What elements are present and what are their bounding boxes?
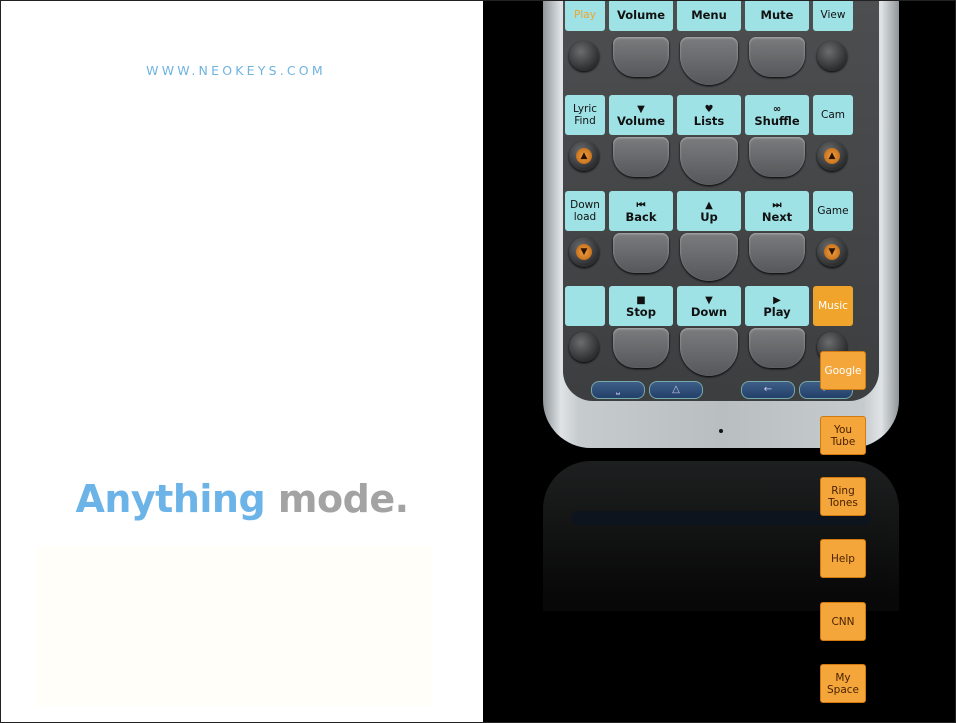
remote-face: Play Volume Menu Mute View Lyric Find ▼ … bbox=[563, 1, 879, 401]
side-key-myspace[interactable]: My Space bbox=[820, 664, 866, 703]
volume-down-icon: ▼ bbox=[637, 103, 645, 115]
row2-key2-label: Next bbox=[761, 209, 793, 224]
row3-left-round-button[interactable] bbox=[569, 332, 599, 362]
side-key-youtube-label: You Tube bbox=[830, 423, 856, 448]
headline-highlight: Anything bbox=[75, 477, 266, 521]
arrow-down-icon: ▼ bbox=[824, 244, 840, 260]
row1-key2-label: Shuffle bbox=[754, 113, 800, 128]
row2-button-left[interactable] bbox=[613, 233, 669, 273]
headline: Anything mode. bbox=[1, 477, 483, 521]
row0-button-right[interactable] bbox=[749, 37, 805, 77]
cream-block bbox=[37, 546, 431, 706]
left-panel: WWW.NEOKEYS.COM Anything mode. bbox=[1, 1, 484, 722]
headline-rest: mode. bbox=[277, 477, 409, 521]
side-key-help-label: Help bbox=[831, 552, 855, 565]
row1-left-label: Lyric Find bbox=[565, 95, 605, 135]
page: WWW.NEOKEYS.COM Anything mode. Play Volu… bbox=[0, 0, 956, 723]
arrow-up-icon: ▲ bbox=[824, 148, 840, 164]
side-key-cnn[interactable]: CNN bbox=[820, 602, 866, 641]
right-panel: Play Volume Menu Mute View Lyric Find ▼ … bbox=[483, 1, 955, 722]
side-key-google[interactable]: Google bbox=[820, 351, 866, 390]
row3-key1-label: Down bbox=[690, 304, 728, 319]
row0-left-round-button[interactable] bbox=[569, 41, 599, 71]
row1-right-round-button[interactable]: ▲ bbox=[817, 141, 847, 171]
row3-key0[interactable]: ■ Stop bbox=[609, 286, 673, 326]
row2-right-round-button[interactable]: ▼ bbox=[817, 237, 847, 267]
row0-key0-label[interactable]: Volume bbox=[609, 1, 673, 31]
row3-button-mid[interactable] bbox=[680, 328, 738, 376]
row2-key1-label: Up bbox=[700, 209, 718, 224]
space-icon: ⎵ bbox=[616, 384, 620, 395]
row3-key2[interactable]: ▶ Play bbox=[745, 286, 809, 326]
row2-button-right[interactable] bbox=[749, 233, 805, 273]
row0-right-round-button[interactable] bbox=[817, 41, 847, 71]
row3-button-left[interactable] bbox=[613, 328, 669, 368]
shift-key[interactable]: △ bbox=[649, 381, 703, 399]
side-key-cnn-label: CNN bbox=[831, 615, 855, 628]
side-key-google-label: Google bbox=[824, 364, 862, 377]
arrow-down-icon: ▼ bbox=[576, 244, 592, 260]
row3-left-label bbox=[565, 286, 605, 326]
row2-key2[interactable]: ⏭ Next bbox=[745, 191, 809, 231]
music-mode-label[interactable]: Music bbox=[813, 286, 853, 326]
row2-left-label: Down load bbox=[565, 191, 605, 231]
row0-button-left[interactable] bbox=[613, 37, 669, 77]
backspace-key[interactable]: ← bbox=[741, 381, 795, 399]
row1-button-mid[interactable] bbox=[680, 137, 738, 185]
row1-right-label: Cam bbox=[813, 95, 853, 135]
row2-button-mid[interactable] bbox=[680, 233, 738, 281]
row1-key1[interactable]: ♥ Lists bbox=[677, 95, 741, 135]
row1-key0-label: Volume bbox=[616, 113, 666, 128]
row3-key1[interactable]: ▼ Down bbox=[677, 286, 741, 326]
row2-key0-label: Back bbox=[625, 209, 657, 224]
row2-right-label: Game bbox=[813, 191, 853, 231]
row3-key2-label: Play bbox=[763, 304, 791, 319]
heart-icon: ♥ bbox=[704, 103, 714, 115]
arrow-down-icon: ▼ bbox=[705, 294, 713, 306]
row0-key1-label[interactable]: Menu bbox=[677, 1, 741, 31]
play-icon: ▶ bbox=[773, 294, 781, 306]
row3-key0-label: Stop bbox=[626, 304, 656, 319]
side-key-ringtones[interactable]: Ring Tones bbox=[820, 477, 866, 516]
backspace-icon: ← bbox=[763, 384, 773, 395]
row0-right-label: View bbox=[813, 1, 853, 31]
row0-button-mid[interactable] bbox=[680, 37, 738, 85]
indicator-dot bbox=[719, 429, 723, 433]
arrow-up-icon: ▲ bbox=[705, 199, 713, 211]
arrow-up-icon: ▲ bbox=[576, 148, 592, 164]
row1-button-left[interactable] bbox=[613, 137, 669, 177]
side-key-ringtones-label: Ring Tones bbox=[828, 484, 858, 509]
row2-key0[interactable]: ⏮ Back bbox=[609, 191, 673, 231]
row1-left-round-button[interactable]: ▲ bbox=[569, 141, 599, 171]
side-key-youtube[interactable]: You Tube bbox=[820, 416, 866, 455]
row3-button-right[interactable] bbox=[749, 328, 805, 368]
space-key[interactable]: ⎵ bbox=[591, 381, 645, 399]
row1-key2[interactable]: ∞ Shuffle bbox=[745, 95, 809, 135]
side-key-myspace-label: My Space bbox=[827, 671, 859, 696]
shuffle-icon: ∞ bbox=[772, 103, 782, 115]
row1-key0[interactable]: ▼ Volume bbox=[609, 95, 673, 135]
row0-left-label: Play bbox=[565, 1, 605, 31]
skip-back-icon: ⏮ bbox=[636, 199, 646, 211]
row1-button-right[interactable] bbox=[749, 137, 805, 177]
shift-icon: △ bbox=[672, 384, 680, 395]
row2-key1[interactable]: ▲ Up bbox=[677, 191, 741, 231]
row2-left-round-button[interactable]: ▼ bbox=[569, 237, 599, 267]
website-url: WWW.NEOKEYS.COM bbox=[146, 63, 326, 78]
stop-icon: ■ bbox=[636, 294, 646, 306]
side-key-help[interactable]: Help bbox=[820, 539, 866, 578]
skip-next-icon: ⏭ bbox=[772, 199, 782, 211]
row1-key1-label: Lists bbox=[693, 113, 725, 128]
row0-key2-label[interactable]: Mute bbox=[745, 1, 809, 31]
